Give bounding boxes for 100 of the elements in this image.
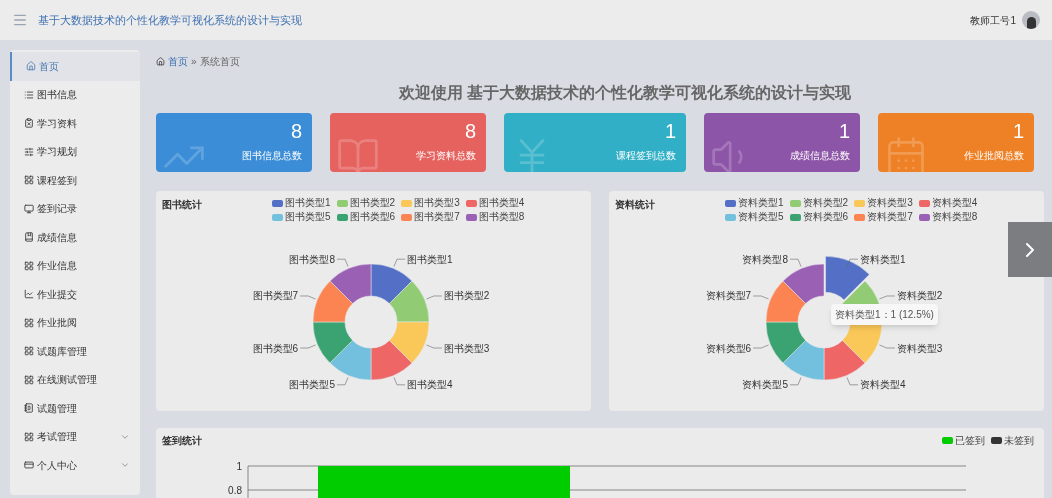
slice-label: 图书类型6 <box>252 342 299 354</box>
sidebar-item[interactable]: 试题管理 <box>10 394 140 423</box>
legend-item[interactable]: 图书类型3 <box>401 197 460 209</box>
axis-tick-label: 0.8 <box>228 484 242 496</box>
legend-item[interactable]: 图书类型6 <box>336 211 396 223</box>
chart-title: 资料统计 <box>615 198 656 212</box>
chart-title: 签到统计 <box>162 434 202 448</box>
breadcrumb-separator: » <box>191 55 197 69</box>
stat-label: 作业批阅总数 <box>964 149 1024 163</box>
leader-line <box>752 344 769 349</box>
app-title: 基于大数据技术的个性化教学可视化系统的设计与实现 <box>38 12 302 28</box>
axis-tick-label: 1 <box>236 460 242 472</box>
legend-item[interactable]: 资料类型8 <box>918 211 978 223</box>
leader-line <box>426 295 443 300</box>
legend-item[interactable]: 资料类型1 <box>725 197 784 209</box>
avatar[interactable] <box>1022 11 1040 29</box>
grid-icon <box>24 374 34 385</box>
stat-value: 1 <box>838 121 850 141</box>
breadcrumb-link[interactable]: 首页 <box>168 54 188 69</box>
leader-line <box>879 344 896 349</box>
donut-slice[interactable] <box>312 280 353 323</box>
legend-item[interactable]: 已签到 <box>942 433 985 448</box>
leader-line <box>299 295 316 300</box>
donut-slice[interactable] <box>389 280 430 323</box>
slice-label: 图书类型1 <box>407 253 453 265</box>
legend-item[interactable]: 图书类型5 <box>272 211 331 223</box>
sidebar-item[interactable]: 成绩信息 <box>10 223 140 252</box>
slice-label: 图书类型7 <box>252 290 299 302</box>
slice-label: 资料类型5 <box>742 379 788 391</box>
donut-slice[interactable] <box>329 340 372 381</box>
legend-item[interactable]: 资料类型3 <box>854 197 913 209</box>
sidebar-item[interactable]: 作业信息 <box>10 251 140 280</box>
slice-label: 资料类型8 <box>742 253 788 265</box>
sliders-icon <box>24 146 34 157</box>
leader-line <box>426 344 443 349</box>
donut-slice[interactable] <box>765 321 806 364</box>
donut-slice[interactable] <box>312 321 353 364</box>
slice-label: 图书类型4 <box>407 379 453 391</box>
slice-label: 资料类型7 <box>705 290 752 302</box>
sidebar-item[interactable]: 首页 <box>10 52 140 81</box>
leader-line <box>393 258 406 267</box>
chart-title: 图书统计 <box>162 198 203 212</box>
menu-icon[interactable] <box>12 12 28 28</box>
sidebar-item[interactable]: 作业批阅 <box>10 308 140 337</box>
leader-line <box>752 295 769 300</box>
slice-label: 图书类型8 <box>289 253 335 265</box>
home-icon <box>26 61 36 72</box>
clipboard-icon <box>24 118 34 129</box>
stat-value: 1 <box>664 121 676 141</box>
legend-item[interactable]: 未签到 <box>991 433 1034 448</box>
slice-label: 资料类型2 <box>896 290 943 302</box>
sidebar-item[interactable]: 在线测试管理 <box>10 365 140 394</box>
donut-slice[interactable] <box>782 340 825 381</box>
donut-slice[interactable] <box>370 263 413 304</box>
legend-item[interactable]: 资料类型4 <box>918 197 978 209</box>
grid-icon <box>24 431 34 442</box>
donut-slice[interactable] <box>782 263 825 304</box>
donut-slice[interactable] <box>825 256 870 301</box>
grid-icon <box>24 317 34 328</box>
sidebar-item[interactable]: 学习规划 <box>10 137 140 166</box>
sidebar-item[interactable]: 考试管理 <box>10 422 140 451</box>
grid-icon <box>24 175 34 186</box>
sidebar-item[interactable]: 签到记录 <box>10 194 140 223</box>
legend-item[interactable]: 资料类型5 <box>725 211 784 223</box>
list-icon <box>24 89 34 100</box>
notebook-icon <box>24 403 34 414</box>
legend-item[interactable]: 图书类型8 <box>465 211 525 223</box>
legend-item[interactable]: 资料类型6 <box>789 211 849 223</box>
tooltip: 资料类型1：1 (12.5%) <box>831 304 938 325</box>
book-icon <box>24 232 34 243</box>
sidebar-item[interactable]: 课程签到 <box>10 166 140 195</box>
donut-slice[interactable] <box>389 321 430 364</box>
donut-slice[interactable] <box>329 263 372 304</box>
sidebar-item[interactable]: 试题库管理 <box>10 337 140 366</box>
leader-line <box>789 258 802 267</box>
legend-item[interactable]: 图书类型7 <box>401 211 460 223</box>
legend-item[interactable]: 图书类型1 <box>272 197 331 209</box>
chart-icon <box>24 289 34 300</box>
slice-label: 图书类型5 <box>289 379 335 391</box>
sidebar-item[interactable]: 图书信息 <box>10 80 140 109</box>
slice-label: 图书类型2 <box>443 290 490 302</box>
card-icon <box>24 460 34 471</box>
leader-line <box>789 377 802 386</box>
slice-label: 资料类型3 <box>896 342 943 354</box>
sidebar-item[interactable]: 作业提交 <box>10 280 140 309</box>
leader-line <box>846 377 859 386</box>
leader-line <box>336 377 349 386</box>
slice-label: 资料类型4 <box>860 379 906 391</box>
grid-icon <box>24 260 34 271</box>
donut-slice[interactable] <box>823 340 866 381</box>
leader-line <box>336 258 349 267</box>
donut-slice[interactable] <box>370 340 413 381</box>
donut-slice[interactable] <box>765 280 806 323</box>
legend-item[interactable]: 资料类型7 <box>854 211 913 223</box>
legend-item[interactable]: 资料类型2 <box>789 197 849 209</box>
legend-item[interactable]: 图书类型4 <box>465 197 525 209</box>
legend-item[interactable]: 图书类型2 <box>336 197 396 209</box>
sidebar-item[interactable]: 学习资料 <box>10 109 140 138</box>
sidebar-item[interactable]: 个人中心 <box>10 451 140 480</box>
user-name: 教师工号1 <box>970 13 1016 28</box>
